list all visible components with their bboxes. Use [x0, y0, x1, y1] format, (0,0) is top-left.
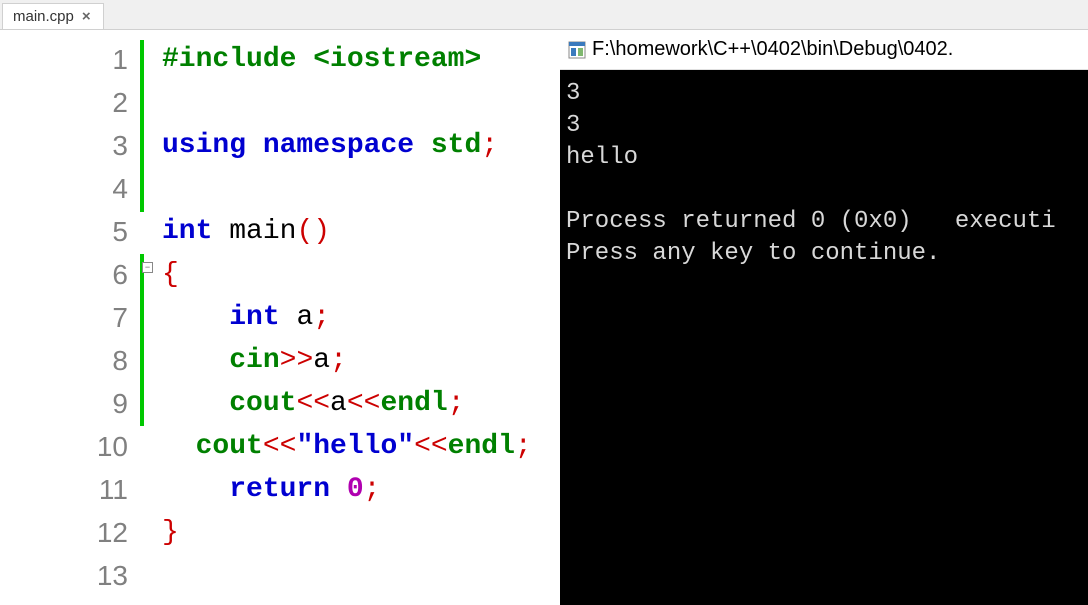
line-number: 3: [0, 124, 128, 167]
line-number-gutter: 1 2 3 4 5 6 7 8 9 10 11 12 13: [0, 30, 140, 605]
code-line: }: [162, 511, 560, 554]
change-marker: [140, 254, 144, 426]
change-marker: [140, 40, 144, 212]
code-line: using namespace std;: [162, 124, 560, 167]
code-line: int a;: [162, 296, 560, 339]
code-editor[interactable]: #include <iostream> using namespace std;…: [156, 30, 560, 605]
line-number: 4: [0, 167, 128, 210]
line-number: 5: [0, 210, 128, 253]
code-line: #include <iostream>: [162, 38, 560, 81]
code-line: return 0;: [162, 468, 560, 511]
file-tab[interactable]: main.cpp ×: [2, 3, 104, 29]
fold-toggle-icon[interactable]: −: [142, 262, 153, 273]
console-window: F:\homework\C++\0402\bin\Debug\0402. 3 3…: [560, 30, 1088, 605]
console-titlebar[interactable]: F:\homework\C++\0402\bin\Debug\0402.: [560, 30, 1088, 70]
tab-bar: main.cpp ×: [0, 0, 1088, 30]
code-line: int main(): [162, 210, 560, 253]
code-line: [162, 81, 560, 124]
code-line: {: [162, 253, 560, 296]
ide-window: main.cpp × 1 2 3 4 5 6 7 8 9 10 11 12 13: [0, 0, 1088, 605]
console-output[interactable]: 3 3 hello Process returned 0 (0x0) execu…: [560, 70, 1088, 605]
line-number: 1: [0, 38, 128, 81]
code-line: [162, 167, 560, 210]
line-number: 2: [0, 81, 128, 124]
console-icon: [568, 41, 586, 59]
line-number: 13: [0, 554, 128, 597]
editor-pane: 1 2 3 4 5 6 7 8 9 10 11 12 13 − #include…: [0, 30, 560, 605]
main-area: 1 2 3 4 5 6 7 8 9 10 11 12 13 − #include…: [0, 30, 1088, 605]
code-line: cin>>a;: [162, 339, 560, 382]
line-number: 11: [0, 468, 128, 511]
line-number: 10: [0, 425, 128, 468]
close-icon[interactable]: ×: [80, 8, 93, 25]
code-line: cout<<"hello"<<endl;: [162, 425, 560, 468]
line-number: 12: [0, 511, 128, 554]
line-number: 6: [0, 253, 128, 296]
code-line: cout<<a<<endl;: [162, 382, 560, 425]
line-number: 9: [0, 382, 128, 425]
console-title: F:\homework\C++\0402\bin\Debug\0402.: [592, 38, 953, 61]
line-number: 8: [0, 339, 128, 382]
tab-filename: main.cpp: [13, 8, 74, 25]
line-number: 7: [0, 296, 128, 339]
code-line: [162, 554, 560, 597]
fold-gutter: −: [140, 30, 156, 605]
